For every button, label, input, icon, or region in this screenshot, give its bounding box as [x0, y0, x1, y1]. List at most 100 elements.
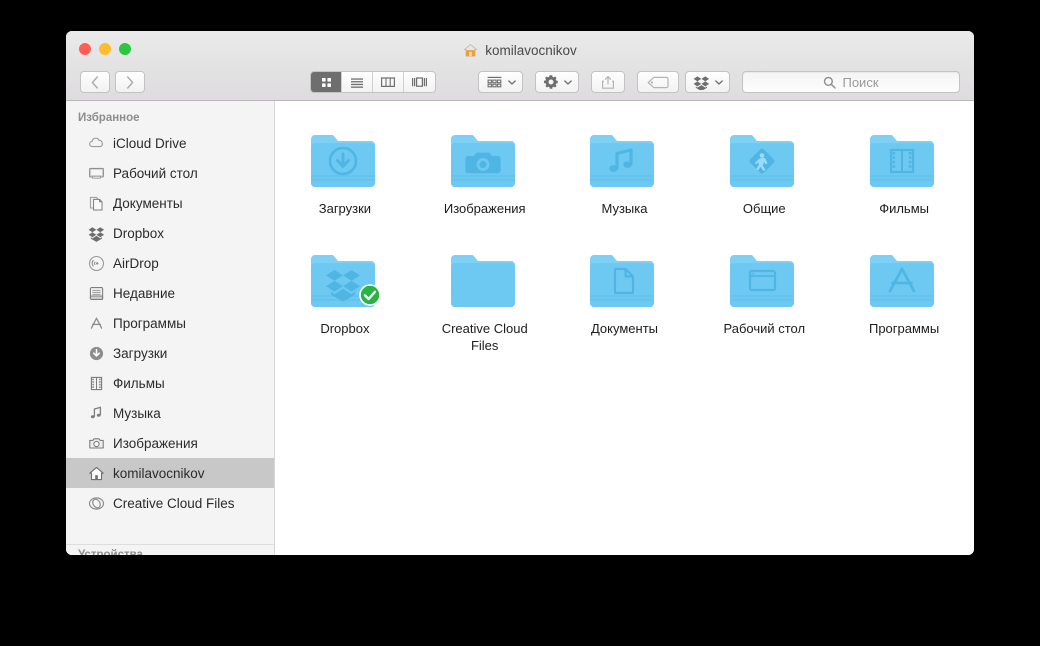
sidebar-item-label: Фильмы — [113, 376, 165, 391]
folder-applications-icon — [866, 245, 942, 311]
creative-cloud-icon — [88, 495, 105, 512]
cloud-icon — [88, 135, 105, 152]
view-mode-segmented-control — [310, 71, 436, 93]
file-label: Загрузки — [319, 200, 371, 217]
chevron-down-icon — [715, 80, 723, 85]
file-label: Документы — [591, 320, 658, 337]
file-label: Фильмы — [879, 200, 929, 217]
documents-icon — [88, 195, 105, 212]
sidebar-item-label: Загрузки — [113, 346, 167, 361]
music-icon — [88, 405, 105, 422]
window-body: Избранное iCloud Drive Рабочий стол — [66, 101, 974, 555]
share-button[interactable] — [591, 71, 625, 93]
column-view-button[interactable] — [373, 72, 404, 92]
file-label: Общие — [743, 200, 786, 217]
sidebar-item-airdrop[interactable]: AirDrop — [66, 248, 274, 278]
folder-icon — [307, 245, 383, 311]
file-item[interactable]: Документы — [555, 239, 695, 354]
airdrop-icon — [88, 255, 105, 272]
file-item[interactable]: Общие — [694, 119, 834, 217]
title-bar: komilavocnikov — [66, 31, 974, 101]
arrange-button[interactable] — [478, 71, 523, 93]
sidebar-item-creative-cloud-files[interactable]: Creative Cloud Files — [66, 488, 274, 518]
sync-complete-check-badge — [359, 284, 381, 306]
file-grid-area[interactable]: Загрузки Изображения — [275, 101, 974, 555]
search-icon — [823, 76, 836, 89]
columns-icon — [380, 75, 396, 89]
sidebar-item-label: Программы — [113, 316, 186, 331]
folder-shared-icon — [726, 125, 802, 191]
chevron-left-icon — [91, 76, 99, 89]
grid-icon — [319, 75, 334, 90]
tag-icon — [647, 76, 669, 89]
file-label: Dropbox — [320, 320, 369, 337]
chevron-down-icon — [508, 80, 516, 85]
sidebar-item-label: Недавние — [113, 286, 175, 301]
sidebar-item-home[interactable]: komilavocnikov — [66, 458, 274, 488]
action-button[interactable] — [535, 71, 579, 93]
navigation-buttons — [80, 71, 145, 93]
window-title: komilavocnikov — [66, 43, 974, 58]
folder-desktop-icon — [726, 245, 802, 311]
file-item[interactable]: Dropbox — [275, 239, 415, 354]
sidebar-item-dropbox[interactable]: Dropbox — [66, 218, 274, 248]
tags-button[interactable] — [637, 71, 679, 93]
folder-download-icon — [307, 125, 383, 191]
applications-icon — [88, 315, 105, 332]
forward-button[interactable] — [115, 71, 145, 93]
arrange-icon — [486, 75, 503, 90]
folder-icon — [307, 125, 383, 191]
sidebar-item-desktop[interactable]: Рабочий стол — [66, 158, 274, 188]
sidebar-section-devices: Устройства — [66, 544, 274, 555]
file-item[interactable]: Загрузки — [275, 119, 415, 217]
sidebar-item-recents[interactable]: Недавние — [66, 278, 274, 308]
file-item[interactable]: Creative Cloud Files — [415, 239, 555, 354]
file-item[interactable]: Фильмы — [834, 119, 974, 217]
file-item[interactable]: Программы — [834, 239, 974, 354]
pictures-icon — [88, 435, 105, 452]
sidebar-item-label: Документы — [113, 196, 183, 211]
icon-view-button[interactable] — [311, 72, 342, 92]
file-label: Изображения — [444, 200, 526, 217]
sidebar-item-music[interactable]: Музыка — [66, 398, 274, 428]
list-view-button[interactable] — [342, 72, 373, 92]
folder-icon — [586, 125, 662, 191]
dropbox-icon — [693, 75, 710, 90]
sidebar-item-documents[interactable]: Документы — [66, 188, 274, 218]
toolbar: Поиск — [66, 63, 974, 101]
sidebar-section-favorites: Избранное — [66, 109, 274, 128]
sidebar-item-label: Dropbox — [113, 226, 164, 241]
file-item[interactable]: Рабочий стол — [694, 239, 834, 354]
desktop-icon — [88, 165, 105, 182]
movies-icon — [88, 375, 105, 392]
chevron-down-icon — [564, 80, 572, 85]
home-icon — [88, 465, 105, 482]
sidebar-item-label: Рабочий стол — [113, 166, 198, 181]
sidebar-item-movies[interactable]: Фильмы — [66, 368, 274, 398]
home-icon — [463, 43, 478, 58]
sidebar-item-applications[interactable]: Программы — [66, 308, 274, 338]
search-field[interactable]: Поиск — [742, 71, 960, 93]
dropbox-button[interactable] — [685, 71, 730, 93]
sidebar-item-label: Creative Cloud Files — [113, 496, 235, 511]
folder-icon — [447, 125, 523, 191]
search-placeholder: Поиск — [842, 75, 878, 90]
sidebar-item-downloads[interactable]: Загрузки — [66, 338, 274, 368]
dropbox-icon — [88, 225, 105, 242]
folder-plain-icon — [447, 245, 523, 311]
file-label: Creative Cloud Files — [431, 320, 539, 354]
file-item[interactable]: Изображения — [415, 119, 555, 217]
sidebar-item-icloud-drive[interactable]: iCloud Drive — [66, 128, 274, 158]
gear-icon — [543, 74, 559, 90]
sidebar-item-label: Музыка — [113, 406, 161, 421]
folder-icon — [726, 125, 802, 191]
file-item[interactable]: Музыка — [555, 119, 695, 217]
folder-icon — [726, 245, 802, 311]
gallery-view-button[interactable] — [404, 72, 435, 92]
folder-documents-icon — [586, 245, 662, 311]
folder-movies-icon — [866, 125, 942, 191]
file-label: Музыка — [602, 200, 648, 217]
sidebar-item-pictures[interactable]: Изображения — [66, 428, 274, 458]
file-label: Рабочий стол — [723, 320, 805, 337]
back-button[interactable] — [80, 71, 110, 93]
